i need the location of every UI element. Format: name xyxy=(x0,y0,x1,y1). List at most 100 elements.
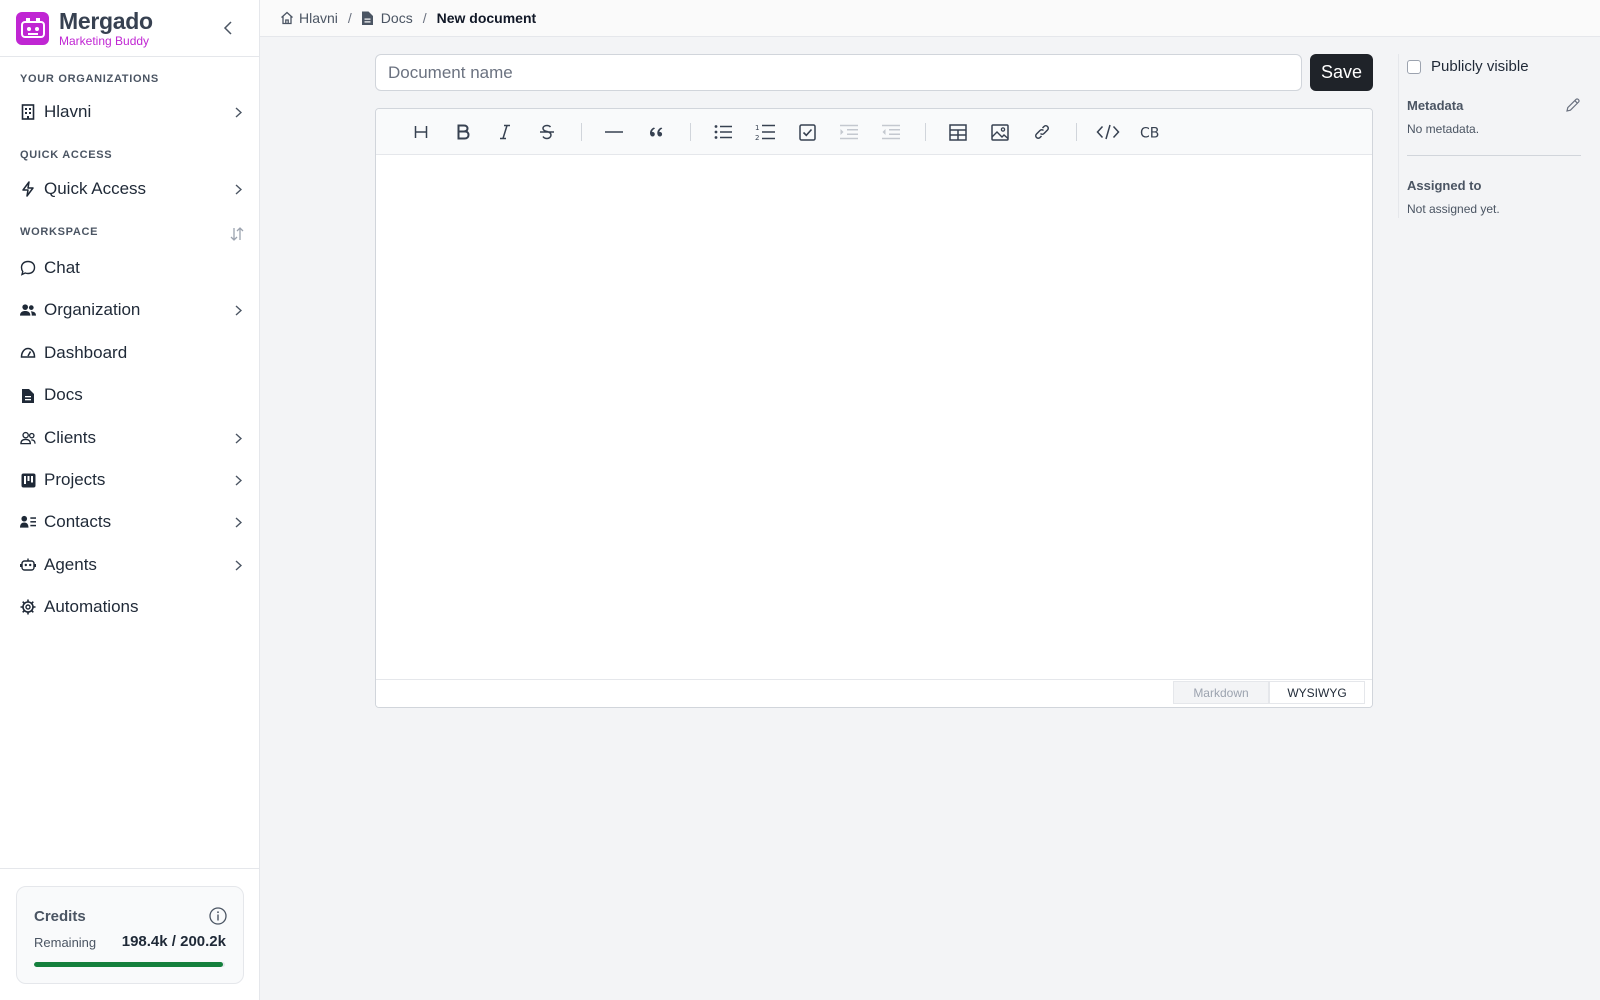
breadcrumb-separator: / xyxy=(422,10,427,26)
sort-icon[interactable] xyxy=(229,226,245,242)
sidebar-item-agents[interactable]: Agents xyxy=(20,550,244,580)
chevron-right-icon xyxy=(232,516,244,528)
toolbar-divider xyxy=(581,123,582,141)
sidebar-item-clients[interactable]: Clients xyxy=(20,423,244,453)
sidebar-item-label: Contacts xyxy=(44,512,112,531)
breadcrumb-item-docs[interactable]: Docs xyxy=(361,10,413,26)
chevron-right-icon xyxy=(232,304,244,316)
chevron-left-icon xyxy=(223,21,232,35)
panel-divider xyxy=(1407,155,1581,156)
code-icon[interactable] xyxy=(1096,120,1120,144)
sidebar-item-chat[interactable]: Chat xyxy=(20,253,244,283)
credits-section: Credits Remaining 198.4k / 200.2k xyxy=(0,868,260,1000)
sidebar-item-hlavni[interactable]: Hlavni xyxy=(20,97,244,127)
editor-toolbar: 12 CB xyxy=(376,109,1372,155)
italic-icon[interactable] xyxy=(493,120,517,144)
credits-value: 198.4k / 200.2k xyxy=(121,933,226,950)
chevron-right-icon xyxy=(232,559,244,571)
sidebar-item-dashboard[interactable]: Dashboard xyxy=(20,338,244,368)
code-block-icon[interactable]: CB xyxy=(1138,120,1162,144)
sidebar: Mergado Marketing Buddy YOUR ORGANIZATIO… xyxy=(0,0,260,1000)
bold-icon[interactable] xyxy=(451,120,475,144)
sidebar-item-label: Chat xyxy=(44,258,80,277)
chevron-right-icon xyxy=(232,432,244,444)
save-button[interactable]: Save xyxy=(1310,54,1373,91)
bullet-list-icon[interactable] xyxy=(711,120,735,144)
sidebar-item-label: Dashboard xyxy=(44,343,128,362)
section-label-organizations: YOUR ORGANIZATIONS xyxy=(20,73,159,85)
credits-title: Credits xyxy=(34,908,86,925)
publicly-visible-label: Publicly visible xyxy=(1431,58,1529,75)
sidebar-item-organization[interactable]: Organization xyxy=(20,295,244,325)
credits-progress-fill xyxy=(34,962,224,967)
metadata-title: Metadata xyxy=(1407,98,1464,113)
sidebar-item-label: Organization xyxy=(44,300,141,319)
markdown-mode-tab[interactable]: Markdown xyxy=(1173,681,1269,704)
sidebar-item-contacts[interactable]: Contacts xyxy=(20,507,244,537)
kanban-icon xyxy=(20,472,36,488)
document-icon xyxy=(361,11,376,25)
collapse-sidebar-button[interactable] xyxy=(219,19,237,37)
document-icon xyxy=(20,387,36,403)
bolt-icon xyxy=(20,181,36,197)
breadcrumb-item-hlavni[interactable]: Hlavni xyxy=(280,10,338,26)
home-icon xyxy=(280,11,294,25)
robot-icon xyxy=(20,557,36,573)
sidebar-item-label: Quick Access xyxy=(44,179,147,198)
svg-text:1: 1 xyxy=(755,124,759,132)
editor-content[interactable] xyxy=(376,155,1372,680)
chevron-right-icon xyxy=(232,474,244,486)
chat-icon xyxy=(20,260,36,276)
indent-icon[interactable] xyxy=(837,120,861,144)
breadcrumb: Hlavni / Docs / New document xyxy=(260,0,1600,37)
assigned-to-value: Not assigned yet. xyxy=(1407,202,1500,216)
section-label-workspace: WORKSPACE xyxy=(20,226,99,238)
svg-text:CB: CB xyxy=(1140,126,1159,141)
brand-title: Mergado xyxy=(59,7,153,34)
chevron-right-icon xyxy=(232,183,244,195)
credits-remaining-label: Remaining xyxy=(34,935,97,950)
info-icon[interactable] xyxy=(209,907,227,925)
document-name-input[interactable] xyxy=(375,54,1302,91)
section-label-quick-access: QUICK ACCESS xyxy=(20,149,113,161)
publicly-visible-checkbox[interactable] xyxy=(1407,59,1421,74)
sidebar-item-label: Clients xyxy=(44,428,96,447)
wysiwyg-mode-tab[interactable]: WYSIWYG xyxy=(1269,681,1365,704)
sidebar-item-label: Hlavni xyxy=(44,102,92,121)
chevron-right-icon xyxy=(232,106,244,118)
horizontal-rule-icon[interactable] xyxy=(602,120,626,144)
link-icon[interactable] xyxy=(1030,120,1054,144)
sidebar-item-projects[interactable]: Projects xyxy=(20,465,244,495)
brand-subtitle: Marketing Buddy xyxy=(59,33,150,48)
markdown-editor: 12 CB Markdown WYSIWYG xyxy=(375,108,1373,708)
pencil-icon[interactable] xyxy=(1565,97,1581,113)
outdent-icon[interactable] xyxy=(879,120,903,144)
publicly-visible-toggle[interactable]: Publicly visible xyxy=(1407,58,1529,75)
metadata-value: No metadata. xyxy=(1407,122,1480,136)
breadcrumb-separator: / xyxy=(347,10,352,26)
toolbar-divider xyxy=(1076,123,1077,141)
task-list-icon[interactable] xyxy=(795,120,819,144)
contact-list-icon xyxy=(20,514,36,530)
sidebar-item-automations[interactable]: Automations xyxy=(20,592,244,622)
sidebar-item-docs[interactable]: Docs xyxy=(20,380,244,410)
credits-card: Credits Remaining 198.4k / 200.2k xyxy=(16,886,244,984)
gauge-icon xyxy=(20,345,36,361)
svg-text:2: 2 xyxy=(755,134,759,141)
ordered-list-icon[interactable]: 12 xyxy=(753,120,777,144)
document-settings-panel: Publicly visible Metadata No metadata. A… xyxy=(1398,54,1588,218)
strikethrough-icon[interactable] xyxy=(535,120,559,144)
sidebar-item-label: Automations xyxy=(44,597,139,616)
logo xyxy=(16,11,49,45)
user-group-icon xyxy=(20,430,36,446)
credits-progress-bar xyxy=(34,962,225,967)
sidebar-item-label: Projects xyxy=(44,470,106,489)
sidebar-item-quick-access[interactable]: Quick Access xyxy=(20,174,244,204)
table-icon[interactable] xyxy=(946,120,970,144)
robot-logo-icon xyxy=(20,18,45,38)
image-icon[interactable] xyxy=(988,120,1012,144)
editor-mode-bar: Markdown WYSIWYG xyxy=(376,679,1372,707)
quote-icon[interactable] xyxy=(644,120,668,144)
toolbar-divider xyxy=(925,123,926,141)
heading-icon[interactable] xyxy=(409,120,433,144)
